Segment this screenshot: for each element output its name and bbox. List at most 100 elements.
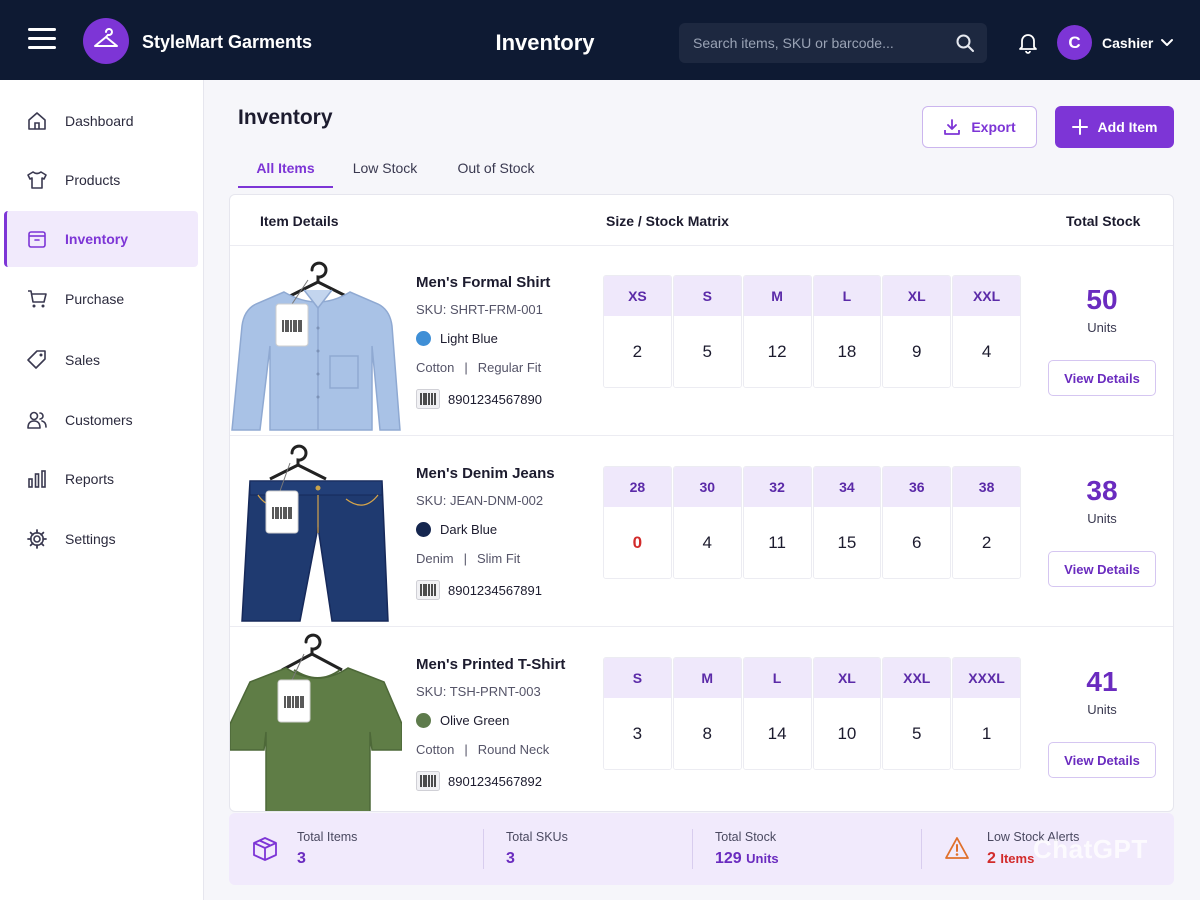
tag-icon (27, 350, 46, 369)
size-label: S (604, 658, 671, 698)
total-stock-value: 38 (1086, 475, 1118, 506)
sidebar-item-inventory[interactable]: Inventory (4, 211, 198, 267)
sidebar-item-products[interactable]: Products (4, 152, 198, 208)
summary-alert-number: 2 (987, 850, 996, 867)
sidebar-item-label: Products (65, 172, 121, 188)
size-cell: XS 2 (603, 275, 672, 388)
total-stock-unit: Units (1087, 511, 1117, 526)
item-name[interactable]: Men's Printed T-Shirt (416, 656, 565, 673)
sidebar: Dashboard Products Inventory Purchase Sa… (0, 80, 204, 900)
item-material: Denim (416, 551, 454, 566)
export-button[interactable]: Export (922, 106, 1037, 148)
size-label: 28 (604, 467, 671, 507)
view-details-button[interactable]: View Details (1048, 360, 1156, 396)
summary-value: 129 Units (715, 850, 779, 868)
item-fit: Regular Fit (477, 360, 542, 375)
gear-icon (27, 529, 47, 549)
sidebar-item-reports[interactable]: Reports (4, 451, 198, 507)
color-name: Dark Blue (440, 522, 498, 537)
size-label: 30 (673, 467, 741, 507)
size-cell: XL 10 (812, 657, 882, 770)
size-cell: M 12 (742, 275, 812, 388)
barcode-number: 8901234567890 (448, 392, 542, 407)
size-cell: XL 9 (882, 275, 952, 388)
view-details-button[interactable]: View Details (1048, 742, 1156, 778)
summary-label: Total SKUs (506, 830, 568, 844)
size-cell: 34 15 (812, 466, 882, 579)
user-name[interactable]: Cashier (1102, 35, 1153, 51)
size-quantity: 5 (883, 698, 951, 769)
sidebar-item-sales[interactable]: Sales (4, 332, 198, 388)
summary-label: Total Stock (715, 830, 777, 844)
inventory-table: Item Details Size / Stock Matrix Total S… (229, 194, 1174, 812)
sidebar-item-label: Inventory (65, 231, 129, 247)
sidebar-item-label: Dashboard (65, 113, 134, 129)
search-icon[interactable] (955, 33, 975, 53)
tab-low-stock[interactable]: Low Stock (350, 150, 420, 188)
item-material: Cotton (416, 742, 455, 757)
users-icon (27, 411, 47, 429)
avatar[interactable]: C (1057, 25, 1092, 60)
size-cell: 36 6 (882, 466, 952, 579)
summary-value: 3 (506, 850, 515, 867)
size-label: XL (883, 276, 951, 316)
sidebar-item-purchase[interactable]: Purchase (4, 271, 198, 327)
total-stock-value: 50 (1086, 284, 1118, 315)
item-sku: SKU: SHRT-FRM-001 (416, 302, 543, 317)
tab-all-items[interactable]: All Items (238, 150, 333, 188)
item-sku: SKU: TSH-PRNT-003 (416, 684, 541, 699)
tshirt-image (230, 633, 402, 811)
chevron-down-icon[interactable] (1160, 36, 1174, 50)
size-quantity: 8 (673, 698, 741, 769)
size-cell: S3 (603, 657, 672, 770)
box-icon (28, 231, 46, 248)
size-cell: XXXL 1 (952, 657, 1021, 770)
size-label: XXL (953, 276, 1020, 316)
add-item-button[interactable]: Add Item (1055, 106, 1174, 148)
size-cell: 28 0 (603, 466, 672, 579)
summary-value: 3 (297, 850, 306, 867)
item-name[interactable]: Men's Formal Shirt (416, 274, 550, 291)
size-cell: XXL 5 (882, 657, 952, 770)
size-quantity: 2 (604, 316, 671, 387)
column-header-item-details: Item Details (260, 213, 339, 229)
size-label: M (673, 658, 741, 698)
top-bar: StyleMart Garments Inventory C Cashier (0, 0, 1200, 80)
color-swatch (416, 331, 431, 346)
tab-out-of-stock[interactable]: Out of Stock (455, 150, 537, 188)
sidebar-item-label: Reports (65, 471, 115, 487)
bell-icon[interactable] (1016, 30, 1040, 54)
size-quantity: 2 (953, 507, 1020, 578)
warning-icon (945, 837, 969, 859)
view-details-button[interactable]: View Details (1048, 551, 1156, 587)
size-quantity-out-of-stock: 0 (604, 507, 671, 578)
size-label: 38 (953, 467, 1020, 507)
total-stock-value: 41 (1086, 666, 1118, 697)
summary-label: Total Items (297, 830, 358, 844)
search-input[interactable] (693, 23, 943, 63)
barcode-number: 8901234567892 (448, 774, 542, 789)
size-quantity: 6 (883, 507, 951, 578)
table-row: Men's Formal Shirt SKU: SHRT-FRM-001 Lig… (230, 246, 1173, 436)
sidebar-item-label: Settings (65, 531, 116, 547)
size-cell: L 18 (812, 275, 882, 388)
size-quantity: 5 (673, 316, 741, 387)
size-quantity: 10 (813, 698, 881, 769)
size-quantity: 1 (953, 698, 1020, 769)
size-quantity: 18 (813, 316, 881, 387)
column-header-total-stock: Total Stock (1066, 213, 1141, 229)
sidebar-item-settings[interactable]: Settings (4, 511, 198, 567)
summary-stock-number: 129 (715, 850, 742, 867)
size-cell: XXL 4 (952, 275, 1021, 388)
size-label: M (743, 276, 811, 316)
size-cell: S5 (672, 275, 742, 388)
sidebar-item-dashboard[interactable]: Dashboard (4, 93, 198, 149)
sidebar-item-customers[interactable]: Customers (4, 392, 198, 448)
size-label: S (673, 276, 741, 316)
size-label: XXL (883, 658, 951, 698)
item-name[interactable]: Men's Denim Jeans (416, 465, 555, 482)
menu-icon[interactable] (28, 28, 56, 52)
attribute-divider: | (463, 551, 467, 566)
size-label: XS (604, 276, 671, 316)
size-cell: M8 (672, 657, 742, 770)
